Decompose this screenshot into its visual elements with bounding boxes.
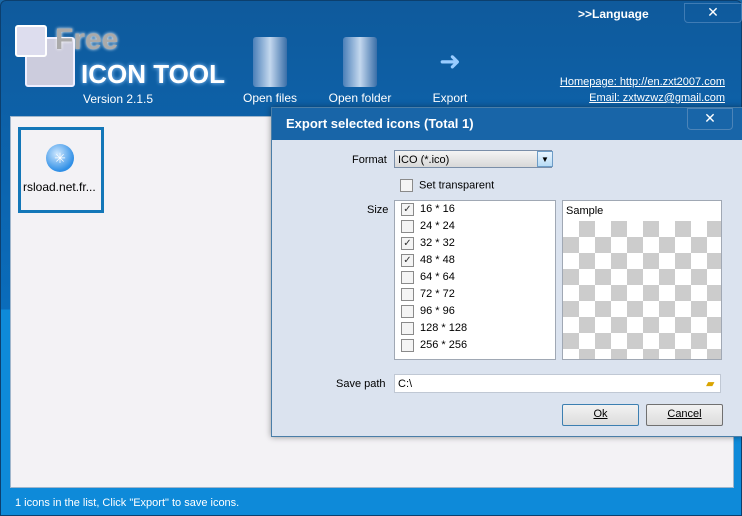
export-arrow-icon: ➜ [439,46,461,76]
checkbox[interactable] [401,270,414,284]
size-option[interactable]: 256 * 256 [395,337,555,354]
logo-icon-small [15,25,47,57]
size-option[interactable]: 24 * 24 [395,218,555,235]
main-window: >>Language ✕ Free ICON TOOL Version 2.1.… [0,0,742,516]
export-button[interactable]: ➜ Export [425,37,475,105]
language-menu[interactable]: >>Language [578,7,649,21]
checkbox[interactable]: ✓ [401,253,414,267]
export-dialog: Export selected icons (Total 1) ✕ Format… [271,107,742,437]
chevron-down-icon[interactable]: ▼ [537,151,553,167]
close-button[interactable]: ✕ [684,3,742,23]
logo-free: Free [55,23,119,56]
app-icon: ✳ [46,144,74,172]
logo-title: ICON TOOL [81,59,225,89]
size-option[interactable]: 128 * 128 [395,320,555,337]
size-label: Size [367,204,389,216]
size-option-label: 64 * 64 [420,271,455,283]
checkbox[interactable] [401,338,414,352]
size-option[interactable]: ✓ 32 * 32 [395,235,555,252]
open-files-label: Open files [242,91,298,105]
checkbox[interactable] [401,219,414,233]
save-path-label: Save path [336,378,386,390]
size-option-label: 128 * 128 [420,322,468,334]
size-option[interactable]: ✓ 48 * 48 [395,252,555,269]
size-option-label: 16 * 16 [420,203,455,215]
checkbox[interactable] [401,287,414,301]
format-select[interactable]: ICO (*.ico) [394,150,552,168]
open-files-icon [253,37,287,87]
size-option-label: 96 * 96 [420,305,455,317]
export-label: Export [432,91,468,105]
item-name: rsload.net.fr... [23,180,96,194]
sample-label: Sample [563,201,721,221]
version-label: Version 2.1.5 [83,92,154,106]
open-folder-button[interactable]: Open folder [327,37,393,105]
folder-icon[interactable]: ▰ [706,377,714,390]
sample-preview: Sample [562,200,722,360]
size-option-label: 24 * 24 [420,220,455,232]
checkbox[interactable] [401,304,414,318]
open-folder-icon [343,37,377,87]
size-option-label: 32 * 32 [420,237,455,249]
list-item[interactable]: ✳ rsload.net.fr... [18,127,104,213]
open-files-button[interactable]: Open files [241,37,299,105]
size-option-label: 72 * 72 [420,288,455,300]
size-option-label: 48 * 48 [420,254,455,266]
open-folder-label: Open folder [328,91,392,105]
save-path-input[interactable]: C:\ [394,374,721,393]
checkbox[interactable]: ✓ [401,236,414,250]
size-option[interactable]: 96 * 96 [395,303,555,320]
homepage-link[interactable]: Homepage: http://en.zxt2007.com [560,76,725,88]
size-option[interactable]: 72 * 72 [395,286,555,303]
checkbox[interactable]: ✓ [401,202,414,216]
dialog-title: Export selected icons (Total 1) [272,108,742,140]
email-link[interactable]: Email: zxtwzwz@gmail.com [589,92,725,104]
size-option-label: 256 * 256 [420,339,468,351]
dialog-close-button[interactable]: ✕ [687,108,733,130]
format-label: Format [352,154,387,166]
checkbox[interactable] [400,179,413,192]
size-option[interactable]: ✓ 16 * 16 [395,201,555,218]
checkbox[interactable] [401,321,414,335]
cancel-button[interactable]: Cancel [646,404,723,426]
set-transparent-checkbox[interactable]: Set transparent [400,179,494,192]
size-list[interactable]: ✓ 16 * 16 24 * 24 ✓ 32 * 32 ✓ 48 * 48 64 * 64 72… [394,200,556,360]
set-transparent-label: Set transparent [419,179,495,192]
size-option[interactable]: 64 * 64 [395,269,555,286]
ok-button[interactable]: Ok [562,404,639,426]
status-bar: 1 icons in the list, Click "Export" to s… [15,497,240,509]
